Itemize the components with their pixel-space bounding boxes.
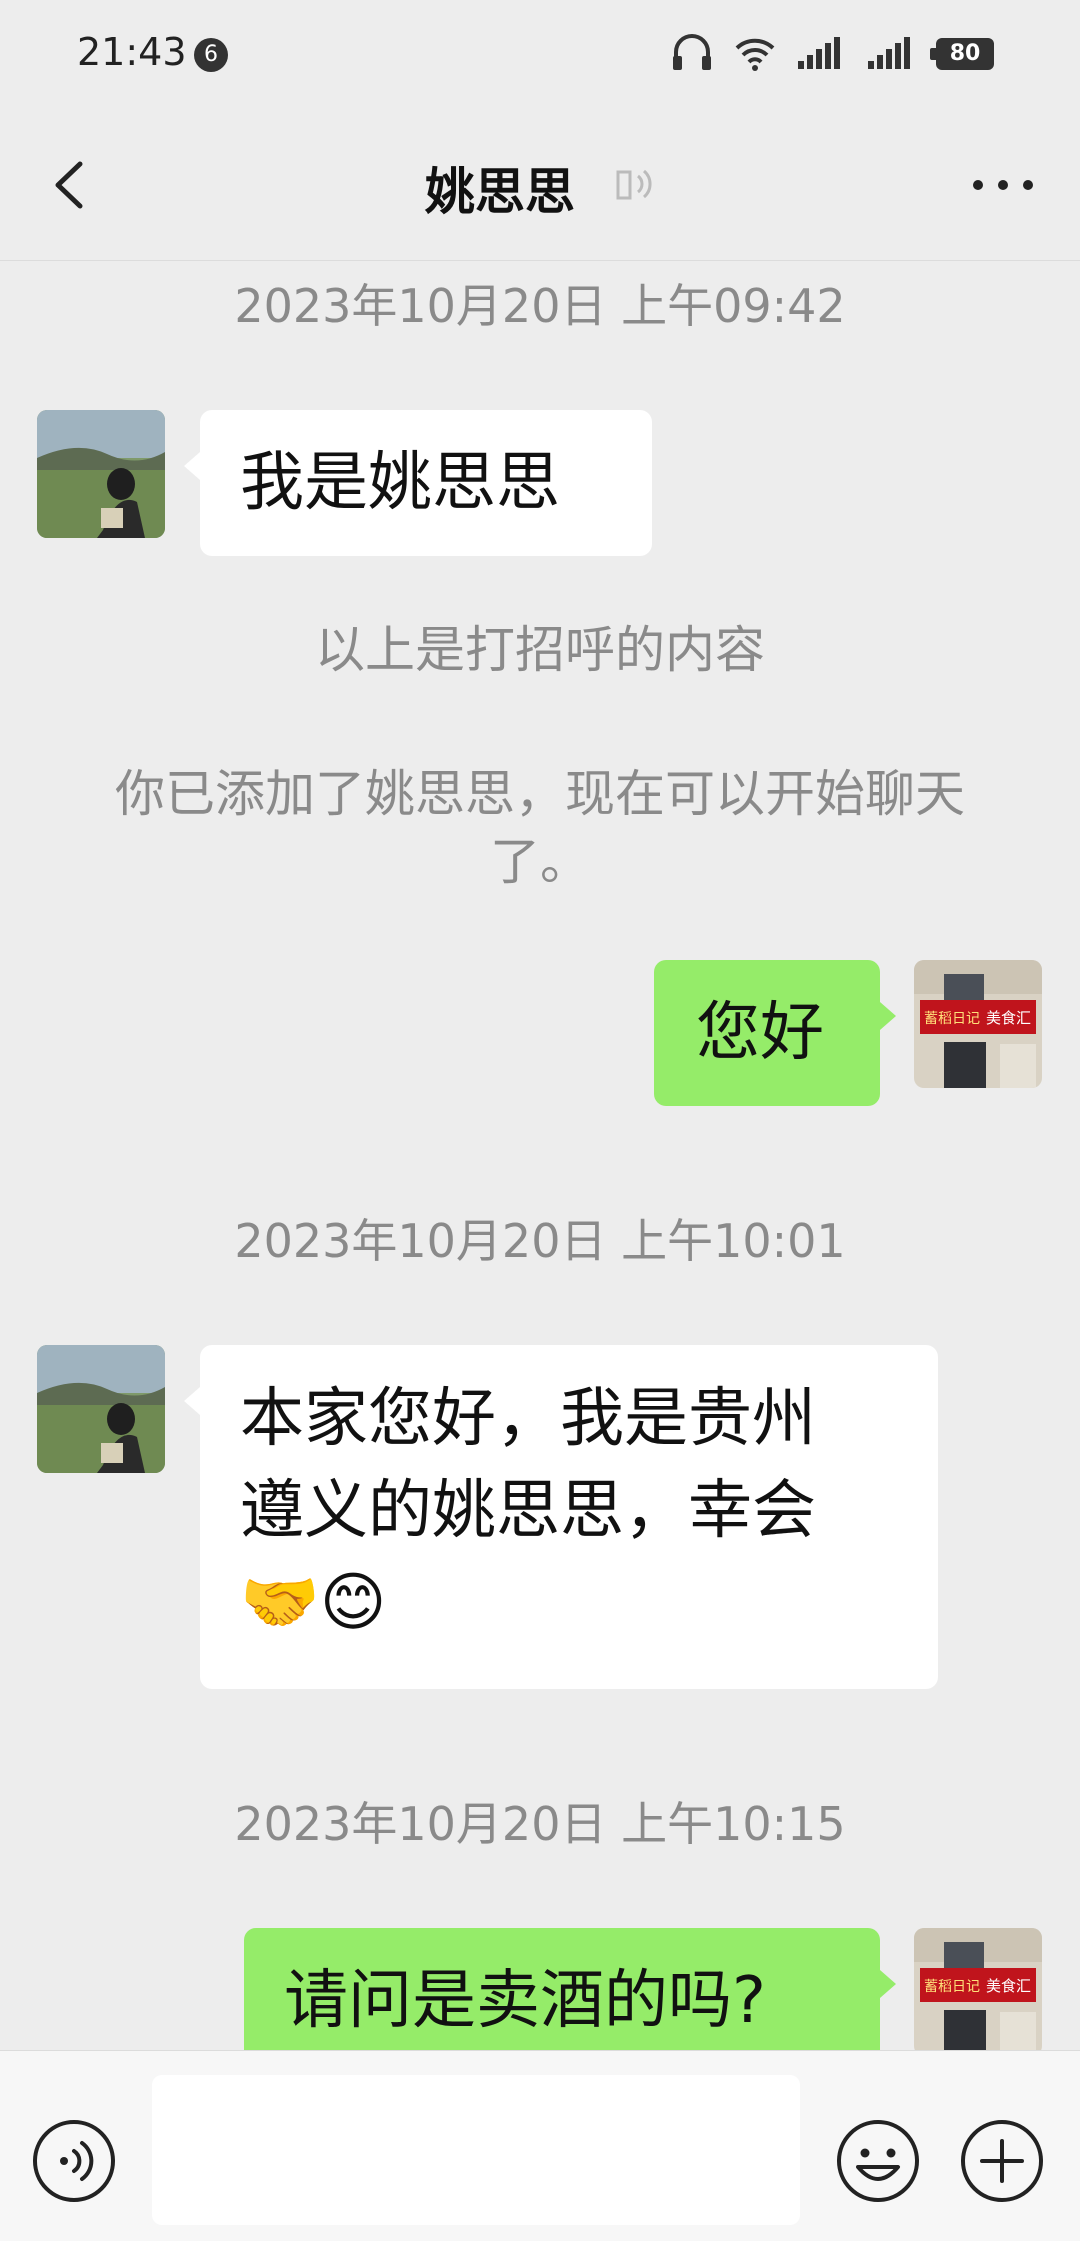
contact-avatar[interactable] xyxy=(37,1345,165,1473)
message-text: 我是姚思思 xyxy=(240,446,560,520)
outgoing-message[interactable]: 您好 xyxy=(654,960,896,1106)
chat-title: 姚思思 xyxy=(425,163,575,221)
ear-speaker-icon xyxy=(616,169,652,200)
message-text: 请问是卖酒的吗? xyxy=(284,1964,766,2038)
sign-text: 美食汇 xyxy=(986,1009,1031,1027)
chat-header: 姚思思 xyxy=(0,110,1080,261)
emoji-icon[interactable] xyxy=(834,2117,922,2205)
my-avatar[interactable]: 蓄稻日记 美食汇 xyxy=(914,1928,1042,2056)
message-line: 遵义的姚思思，幸会 xyxy=(240,1474,816,1548)
more-dots-icon[interactable] xyxy=(968,165,1038,205)
message-line: 本家您好，我是贵州 xyxy=(240,1382,816,1456)
message-text: 本家您好，我是贵州 遵义的姚思思，幸会 🤝😊 xyxy=(200,1345,938,1649)
status-time: 21:43 xyxy=(77,30,187,74)
notification-badge: 6 xyxy=(194,38,228,72)
signal-2-icon xyxy=(868,37,910,69)
status-bar: 21:43 6 80 xyxy=(0,0,1080,110)
message-timestamp: 2023年10月20日 上午09:42 xyxy=(234,279,846,333)
voice-input-icon[interactable] xyxy=(30,2117,118,2205)
my-avatar[interactable]: 蓄稻日记 美食汇 xyxy=(914,960,1042,1088)
signal-icon xyxy=(798,37,840,69)
message-timestamp: 2023年10月20日 上午10:01 xyxy=(234,1214,846,1268)
status-icons: 80 xyxy=(670,30,994,78)
message-timestamp: 2023年10月20日 上午10:15 xyxy=(234,1797,846,1851)
plus-icon[interactable] xyxy=(958,2117,1046,2205)
headset-icon xyxy=(673,34,711,70)
sign-text: 美食汇 xyxy=(986,1977,1031,1995)
sign-text: 蓄稻日记 xyxy=(924,1979,980,1995)
input-bar xyxy=(0,2050,1080,2241)
message-text: 您好 xyxy=(696,996,824,1070)
message-line: 🤝😊 xyxy=(240,1566,387,1640)
contact-avatar[interactable] xyxy=(37,410,165,538)
system-message: 你已添加了姚思思，现在可以开始聊天了。 xyxy=(115,765,965,891)
sign-text: 蓄稻日记 xyxy=(924,1011,980,1027)
message-input[interactable] xyxy=(152,2075,800,2225)
incoming-message[interactable]: 我是姚思思 xyxy=(184,410,652,556)
battery-icon: 80 xyxy=(930,38,994,70)
wifi-icon xyxy=(735,38,775,71)
incoming-message[interactable]: 本家您好，我是贵州 遵义的姚思思，幸会 🤝😊 xyxy=(184,1345,938,1689)
system-message: 以上是打招呼的内容 xyxy=(315,621,765,679)
